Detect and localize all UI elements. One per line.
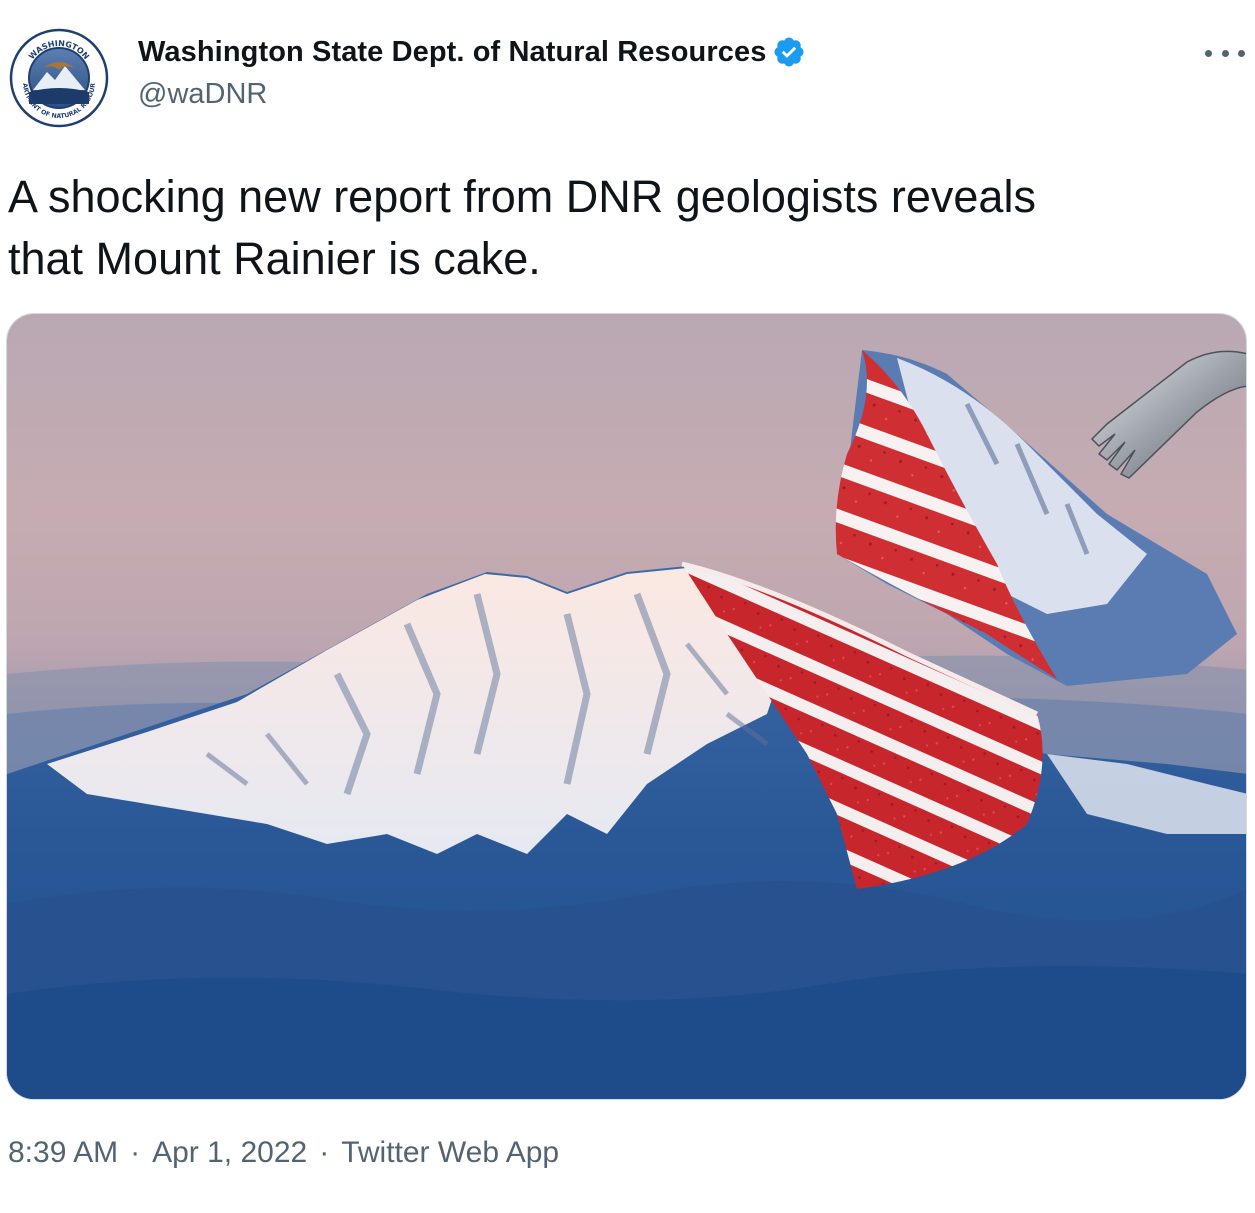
tweet-text: A shocking new report from DNR geologist… [8,166,1238,290]
author-avatar[interactable]: WASHINGTON DEPARTMENT OF NATURAL RESOURC… [9,28,109,128]
author-display-name[interactable]: Washington State Dept. of Natural Resour… [138,36,766,69]
author-name-row[interactable]: Washington State Dept. of Natural Resour… [138,32,806,72]
meta-separator-2: · [319,1136,330,1169]
tweet-text-line-1: A shocking new report from DNR geologist… [8,171,1036,222]
author-handle[interactable]: @waDNR [138,78,267,111]
tweet: WASHINGTON DEPARTMENT OF NATURAL RESOURC… [0,0,1255,1213]
tweet-text-line-2: that Mount Rainier is cake. [8,233,541,284]
tweet-time-link[interactable]: 8:39 AM [8,1136,118,1170]
verified-badge-icon [774,37,804,67]
tweet-date-link[interactable]: Apr 1, 2022 [152,1136,307,1170]
meta-separator: · [130,1136,141,1169]
tweet-meta: 8:39 AM · Apr 1, 2022 · Twitter Web App [8,1136,559,1170]
mountain-cake-image [7,314,1246,1099]
tweet-source: Twitter Web App [341,1136,560,1169]
dnr-seal-logo: WASHINGTON DEPARTMENT OF NATURAL RESOURC… [9,28,109,128]
tweet-media-photo[interactable] [6,313,1247,1100]
more-options-icon[interactable] [1205,38,1245,68]
